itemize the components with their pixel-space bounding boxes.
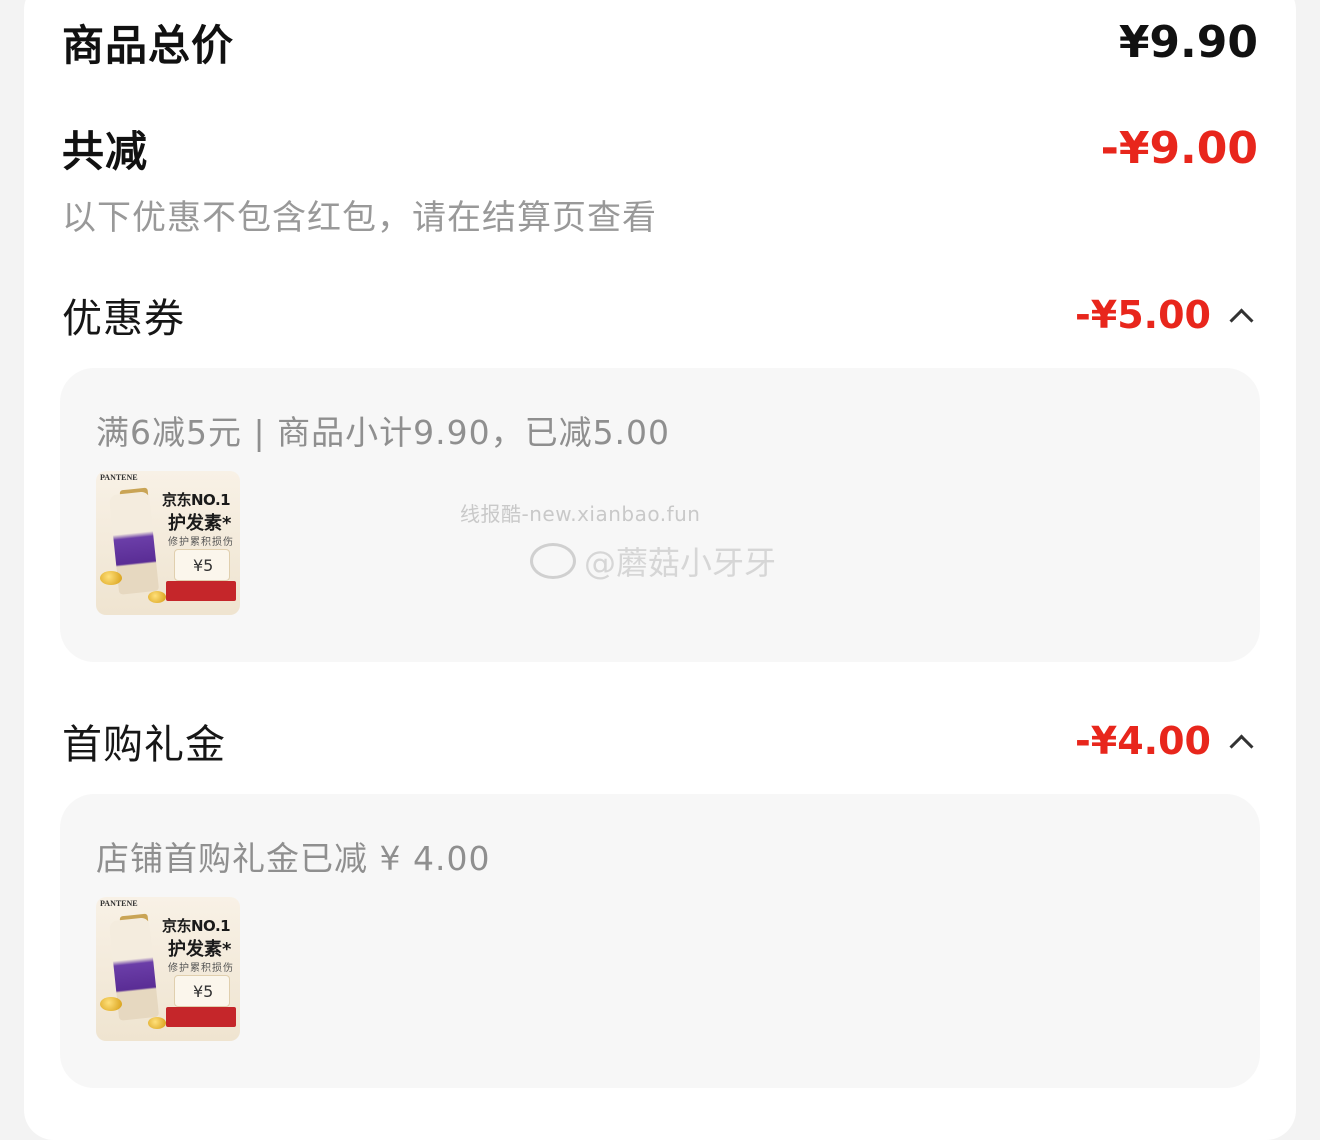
- product-price-badge-text: ¥5: [193, 982, 214, 1001]
- product-headline: 京东NO.1: [162, 917, 231, 935]
- product-price-badge: ¥5: [174, 549, 230, 581]
- product-brand: PANTENE: [100, 473, 138, 482]
- product-subheadline: 护发素*: [168, 513, 232, 534]
- total-discount-row: 共减 -¥9.00: [62, 118, 1258, 179]
- coupon-label: 优惠券: [62, 296, 185, 342]
- first-gift-detail-panel: 店铺首购礼金已减 ¥ 4.00 PANTENE 京东NO.1 护发素* 修护累积…: [60, 794, 1260, 1088]
- first-gift-row[interactable]: 首购礼金 -¥4.00: [62, 712, 1258, 770]
- product-red-banner: [166, 1007, 236, 1027]
- coupon-row[interactable]: 优惠券 -¥5.00: [62, 286, 1258, 344]
- product-price-badge: ¥5: [174, 975, 230, 1007]
- weibo-watermark-text: @蘑菇小牙牙: [584, 544, 777, 582]
- product-thumbnail[interactable]: PANTENE 京东NO.1 护发素* 修护累积损伤 ¥5: [96, 471, 240, 615]
- total-price-row: 商品总价 ¥9.90: [62, 12, 1258, 73]
- coupon-detail-text: 满6减5元 | 商品小计9.90，已减5.00: [96, 413, 671, 452]
- total-discount-label: 共减: [62, 127, 149, 176]
- weibo-watermark: @蘑菇小牙牙: [530, 538, 776, 584]
- weibo-icon: [530, 543, 576, 579]
- product-thumbnail[interactable]: PANTENE 京东NO.1 护发素* 修护累积损伤 ¥5: [96, 897, 240, 1041]
- oil-drop-icon: [148, 591, 166, 603]
- total-price-value: ¥9.90: [1118, 17, 1258, 68]
- discount-note: 以下优惠不包含红包，请在结算页查看: [62, 198, 657, 238]
- first-gift-value-group[interactable]: -¥4.00: [1075, 719, 1258, 763]
- product-subheadline: 护发素*: [168, 939, 232, 960]
- first-gift-value: -¥4.00: [1075, 719, 1211, 763]
- product-price-badge-text: ¥5: [193, 556, 214, 575]
- first-gift-detail-text: 店铺首购礼金已减 ¥ 4.00: [96, 839, 491, 878]
- first-gift-label: 首购礼金: [62, 722, 226, 768]
- oil-drop-icon: [100, 571, 122, 585]
- product-headline: 京东NO.1: [162, 491, 231, 509]
- product-red-banner: [166, 581, 236, 601]
- product-tagline: 修护累积损伤: [168, 537, 234, 548]
- total-price-label: 商品总价: [62, 21, 235, 70]
- chevron-up-icon[interactable]: [1229, 307, 1254, 333]
- chevron-up-icon[interactable]: [1229, 733, 1254, 759]
- oil-drop-icon: [148, 1017, 166, 1029]
- product-tagline: 修护累积损伤: [168, 963, 234, 974]
- product-brand: PANTENE: [100, 899, 138, 908]
- site-watermark: 线报酷-new.xianbao.fun: [460, 502, 701, 526]
- total-discount-value: -¥9.00: [1100, 123, 1258, 174]
- coupon-value: -¥5.00: [1075, 293, 1211, 337]
- oil-drop-icon: [100, 997, 122, 1011]
- coupon-value-group[interactable]: -¥5.00: [1075, 293, 1258, 337]
